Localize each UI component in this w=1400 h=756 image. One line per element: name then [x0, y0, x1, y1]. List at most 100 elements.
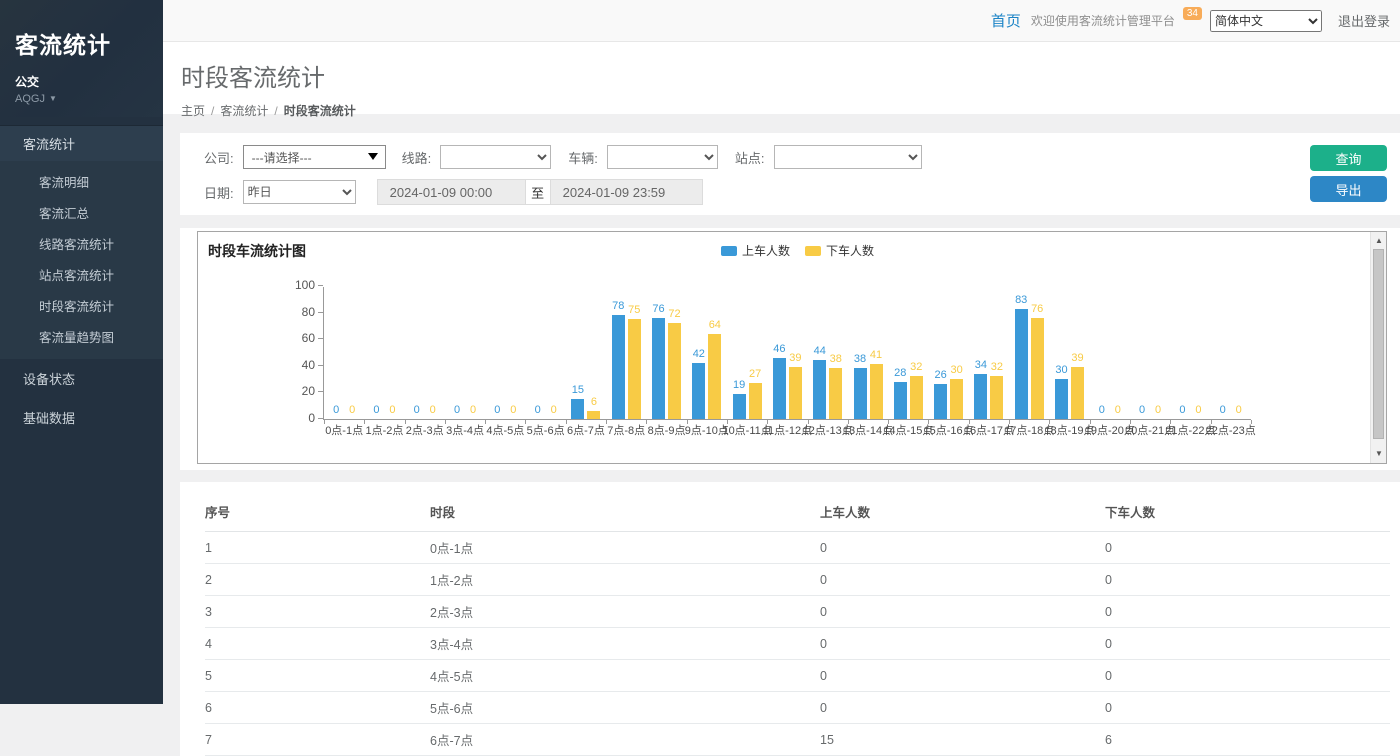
- date-preset-select[interactable]: 昨日: [243, 180, 356, 204]
- table-cell: 2: [205, 564, 430, 596]
- chart-category-group: 0019点-20点: [1090, 287, 1130, 419]
- breadcrumb-link[interactable]: 主页: [181, 104, 205, 118]
- x-axis-tick-label: 7点-8点: [607, 422, 645, 438]
- chart-category-group: 42649点-10点: [687, 287, 727, 419]
- legend-item[interactable]: 上车人数: [721, 242, 790, 259]
- org-code-dropdown[interactable]: AQGJ▼: [15, 93, 149, 105]
- table-cell: 1: [205, 532, 430, 564]
- bar: 28: [894, 382, 907, 419]
- chart-category-group: 0022点-23点: [1211, 287, 1251, 419]
- chart-category-group: 0021点-22点: [1170, 287, 1210, 419]
- bar: 32: [910, 376, 923, 419]
- table-cell: 4: [205, 628, 430, 660]
- app-title: 客流统计: [15, 26, 149, 60]
- chart-category-group: 78757点-8点: [606, 287, 646, 419]
- date-to-input[interactable]: 2024-01-09 23:59: [550, 179, 703, 205]
- breadcrumb-link[interactable]: 客流统计: [220, 104, 268, 118]
- chart-category-group: 192710点-11点: [727, 287, 767, 419]
- home-link[interactable]: 首页: [991, 10, 1021, 31]
- scrollbar-up-arrow[interactable]: ▲: [1371, 234, 1387, 248]
- scrollbar-down-arrow[interactable]: ▼: [1371, 447, 1387, 461]
- table-cell: 7: [205, 724, 430, 756]
- table-cell: 4点-5点: [430, 660, 820, 692]
- date-from-input[interactable]: 2024-01-09 00:00: [377, 179, 526, 205]
- notification-badge: 34: [1183, 7, 1202, 20]
- chart-title: 时段车流统计图: [208, 241, 306, 261]
- table-header-cell: 序号: [205, 494, 430, 532]
- table-cell: 0: [1105, 596, 1390, 628]
- bar-value-label: 0: [1195, 404, 1201, 416]
- scrollbar-thumb[interactable]: [1373, 249, 1384, 439]
- sidebar-section-item[interactable]: 设备状态: [0, 359, 163, 398]
- chart-category-group: 003点-4点: [445, 287, 485, 419]
- sidebar-submenu-item[interactable]: 站点客流统计: [0, 259, 163, 290]
- table-row: 21点-2点00: [205, 564, 1390, 596]
- legend-label: 下车人数: [826, 242, 874, 259]
- company-select[interactable]: ---请选择---: [243, 145, 386, 169]
- chart-container: 时段车流统计图 上车人数下车人数 020406080100000点-1点001点…: [197, 231, 1387, 464]
- bar: 83: [1015, 309, 1028, 419]
- sidebar-submenu-item[interactable]: 客流汇总: [0, 197, 163, 228]
- y-axis-tick-mark: [318, 285, 323, 286]
- export-button[interactable]: 导出: [1310, 176, 1387, 202]
- sidebar-submenu-item[interactable]: 客流明细: [0, 166, 163, 197]
- bar-value-label: 26: [934, 369, 946, 381]
- bar-value-label: 30: [950, 364, 962, 376]
- table-cell: 0: [820, 660, 1105, 692]
- sidebar-submenu-item[interactable]: 时段客流统计: [0, 290, 163, 321]
- station-select[interactable]: [774, 145, 922, 169]
- x-axis-tick-label: 0点-1点: [325, 422, 363, 438]
- bar-value-label: 78: [612, 300, 624, 312]
- bar-value-label: 0: [1220, 404, 1226, 416]
- table-cell: 0: [1105, 660, 1390, 692]
- bar-value-label: 6: [591, 396, 597, 408]
- bar: 39: [1071, 367, 1084, 419]
- table-row: 76点-7点156: [205, 724, 1390, 756]
- x-axis-tick-label: 5点-6点: [527, 422, 565, 438]
- bar-value-label: 0: [1115, 404, 1121, 416]
- chart-category-group: 1566点-7点: [566, 287, 606, 419]
- bar-value-label: 0: [373, 404, 379, 416]
- chart-category-group: 005点-6点: [525, 287, 565, 419]
- hourly-stats-table: 序号时段上车人数下车人数 10点-1点0021点-2点0032点-3点0043点…: [205, 494, 1390, 756]
- language-select[interactable]: 简体中文: [1210, 10, 1322, 32]
- table-cell: 0: [820, 596, 1105, 628]
- welcome-text: 欢迎使用客流统计管理平台: [1031, 12, 1175, 29]
- chart-scrollbar[interactable]: ▲ ▼: [1370, 232, 1386, 463]
- sidebar-submenu: 客流明细客流汇总线路客流统计站点客流统计时段客流统计客流量趋势图: [0, 161, 163, 359]
- bar: 72: [668, 323, 681, 419]
- bar-value-label: 34: [975, 359, 987, 371]
- legend-item[interactable]: 下车人数: [805, 242, 874, 259]
- x-axis-tick-label: 8点-9点: [648, 422, 686, 438]
- bar-value-label: 75: [628, 304, 640, 316]
- sidebar-section-passenger-stats[interactable]: 客流统计: [0, 125, 163, 161]
- dropdown-arrow-icon: [368, 153, 378, 160]
- company-select-value: ---请选择---: [252, 149, 312, 166]
- table-cell: 2点-3点: [430, 596, 820, 628]
- bar: 76: [652, 318, 665, 419]
- sidebar-submenu-item[interactable]: 线路客流统计: [0, 228, 163, 259]
- query-button[interactable]: 查询: [1310, 145, 1387, 171]
- line-select[interactable]: [440, 145, 551, 169]
- logout-link[interactable]: 退出登录: [1338, 11, 1390, 30]
- table-cell: 6点-7点: [430, 724, 820, 756]
- x-axis-tick-label: 2点-3点: [406, 422, 444, 438]
- bar-value-label: 72: [668, 308, 680, 320]
- bar-value-label: 44: [814, 345, 826, 357]
- org-code-label: AQGJ: [15, 93, 45, 105]
- sidebar-submenu-item[interactable]: 客流量趋势图: [0, 321, 163, 352]
- table-cell: 0: [1105, 628, 1390, 660]
- y-axis-tick-mark: [318, 418, 323, 419]
- sidebar: 客流统计 公交 AQGJ▼ 客流统计 客流明细客流汇总线路客流统计站点客流统计时…: [0, 0, 163, 704]
- bar: 44: [813, 360, 826, 419]
- bar-value-label: 42: [693, 348, 705, 360]
- bar: 6: [587, 411, 600, 419]
- bar-value-label: 0: [349, 404, 355, 416]
- sidebar-section-item[interactable]: 基础数据: [0, 398, 163, 437]
- chart-category-group: 002点-3点: [405, 287, 445, 419]
- y-axis-tick-mark: [318, 338, 323, 339]
- vehicle-select[interactable]: [607, 145, 718, 169]
- content: 公司: ---请选择--- 线路: 车辆: 站点: 日期: 昨日 2024-01…: [163, 114, 1400, 756]
- table-cell: 3: [205, 596, 430, 628]
- chart-category-group: 0020点-21点: [1130, 287, 1170, 419]
